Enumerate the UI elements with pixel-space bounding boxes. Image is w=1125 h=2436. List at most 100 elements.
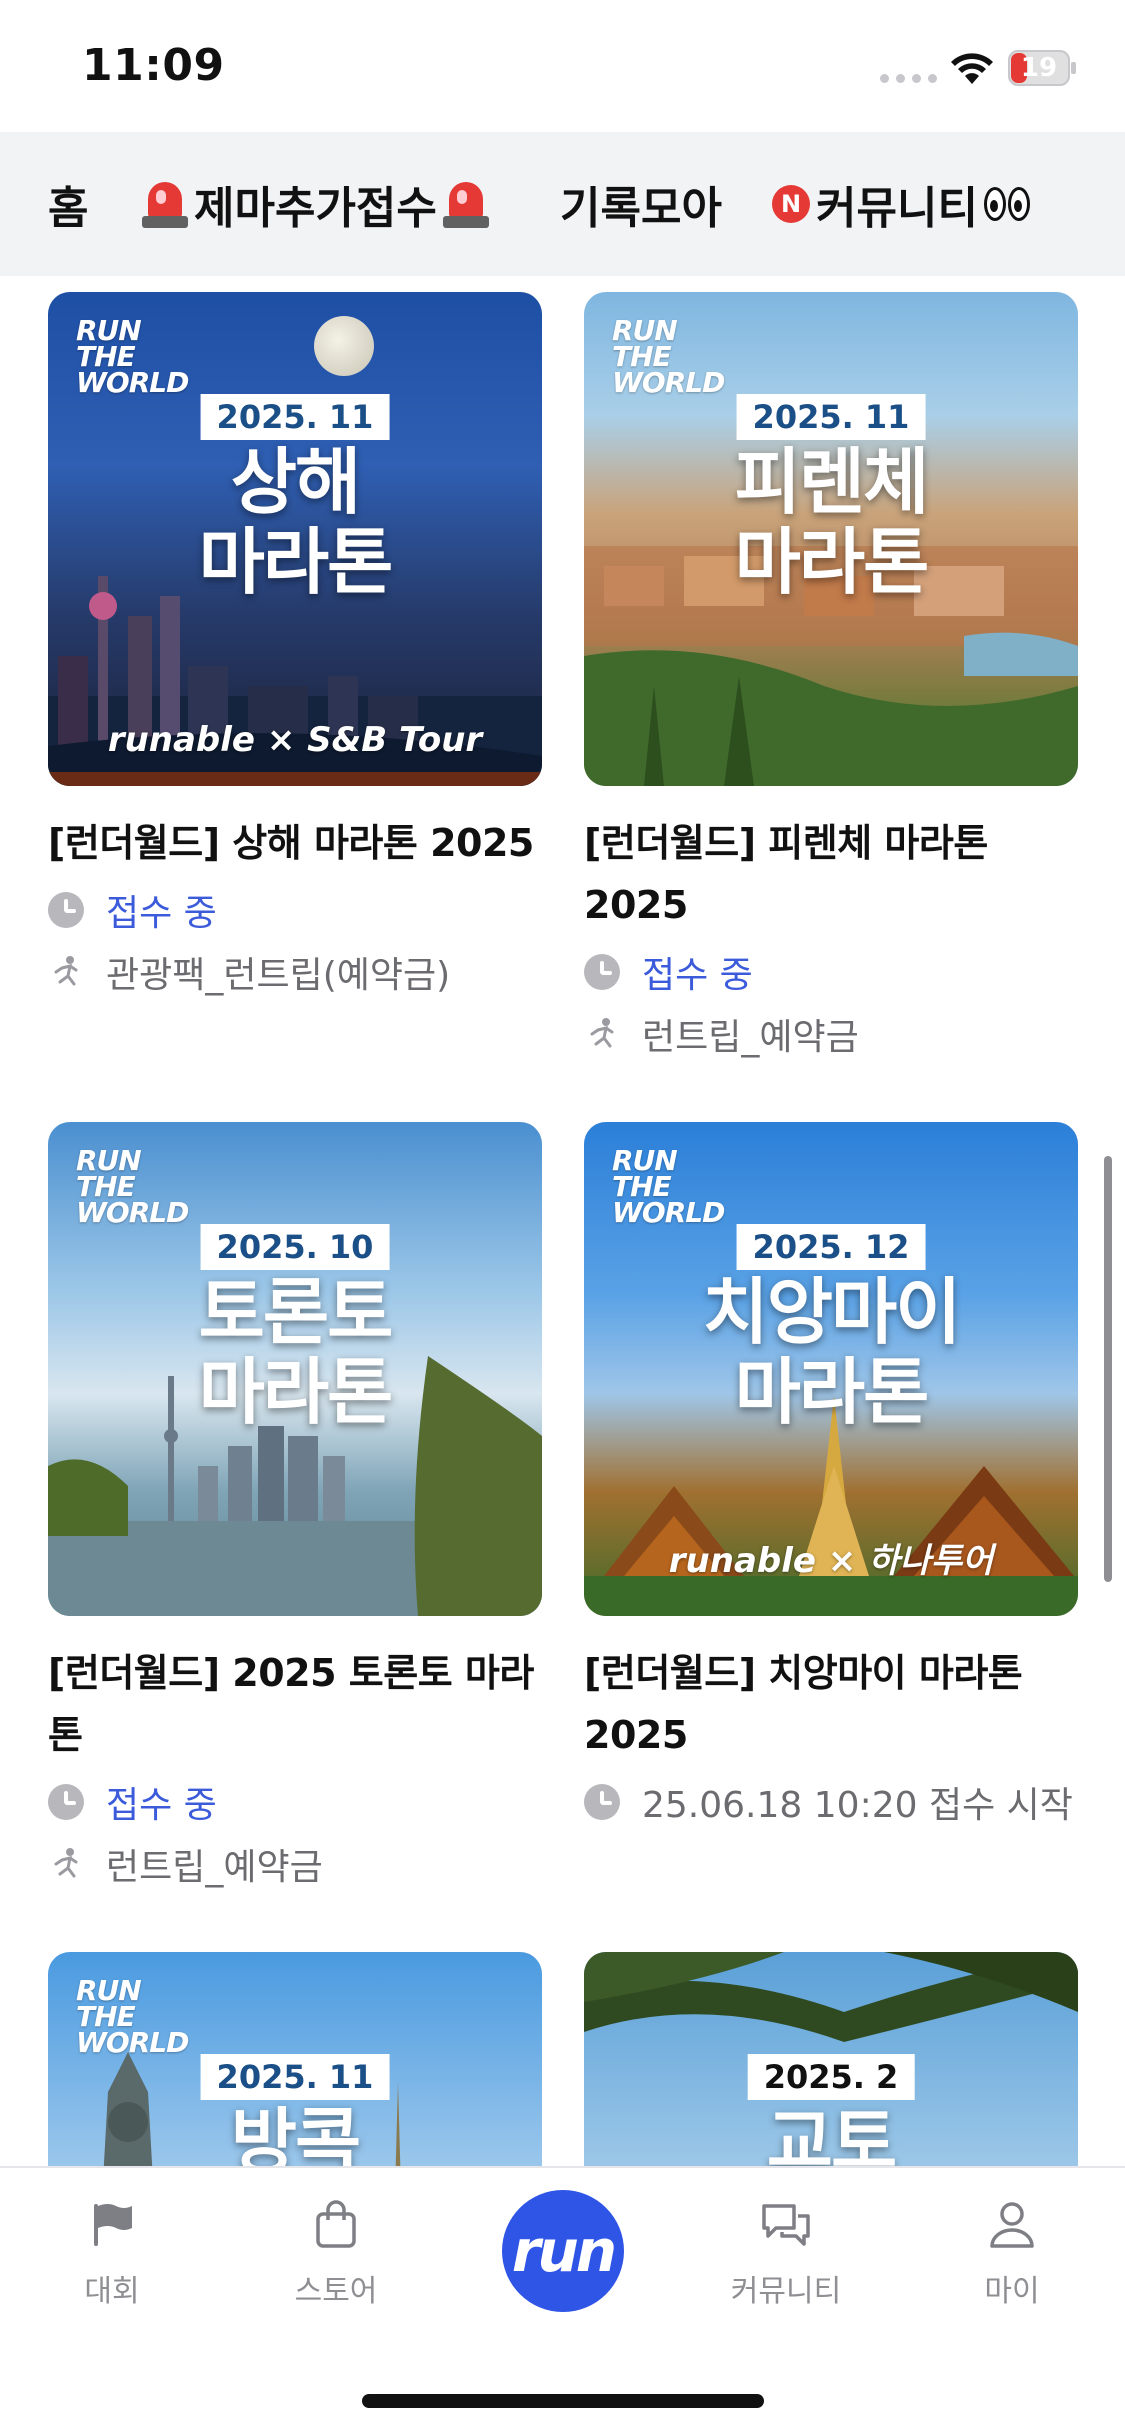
image-title-line-1: 토론토 <box>198 1270 394 1354</box>
date-tag: 2025. 10 <box>200 1224 390 1270</box>
runner-icon <box>54 956 78 986</box>
marathon-card[interactable]: RUN THE WORLD 2025. 11 피렌체 마라톤 [런더월드] 피렌… <box>584 292 1078 1060</box>
brand-logo: RUN THE WORLD <box>76 1144 189 1229</box>
card-image[interactable]: RUN THE WORLD 2025. 11 피렌체 마라톤 <box>584 292 1078 786</box>
card-image[interactable]: RUN THE WORLD 2025. 11 방콕 <box>48 1952 542 2166</box>
image-title-line-1: 상해 <box>230 440 361 524</box>
image-title: 토론토 마라톤 <box>48 1272 542 1432</box>
detail-text: 런트립_예약금 <box>106 1847 323 1888</box>
run-logo: run <box>511 2217 617 2285</box>
registration-status: 접수 중 <box>584 946 1078 998</box>
image-title: 피렌체 마라톤 <box>584 442 1078 602</box>
brand-logo: RUN THE WORLD <box>76 314 189 399</box>
card-title[interactable]: [런더월드] 상해 마라톤 2025 <box>48 812 542 874</box>
detail-text: 런트립_예약금 <box>642 1017 859 1058</box>
marathon-card[interactable]: RUN THE WORLD 2025. 10 토론토 마라톤 [런더월드] 20… <box>48 1122 542 1890</box>
nav-label: 스토어 <box>294 2274 378 2309</box>
eyes-icon <box>983 187 1030 221</box>
clock-icon <box>48 1784 84 1820</box>
runner-icon <box>54 1848 78 1878</box>
clock-icon <box>584 1784 620 1820</box>
nav-label: 마이 <box>984 2274 1040 2309</box>
image-title-line-1: 방콕 <box>230 2100 361 2166</box>
card-image[interactable]: RUN THE WORLD 2025. 10 토론토 마라톤 <box>48 1122 542 1616</box>
flag-icon <box>94 2204 132 2246</box>
home-indicator[interactable] <box>362 2394 764 2408</box>
image-title-line-1: 치앙마이 <box>702 1270 962 1354</box>
partner-logos: runable × 하나투어 <box>668 1541 994 1581</box>
marathon-card[interactable]: RUN THE WORLD 2025. 11 상해 마라톤 runable × … <box>48 292 542 998</box>
registration-status: 접수 중 <box>48 884 542 936</box>
tab-records[interactable]: 기록모아 <box>560 172 722 236</box>
date-tag: 2025. 12 <box>736 1224 926 1270</box>
shopping-bag-icon <box>316 2200 356 2248</box>
image-title-line-2: 마라톤 <box>198 520 394 604</box>
status-bar: 11:09 19 <box>0 0 1125 132</box>
nav-my[interactable]: 마이 <box>922 2196 1102 2310</box>
date-tag: 2025. 2 <box>747 2054 915 2100</box>
image-title-line-2: 마라톤 <box>734 1350 930 1434</box>
card-title[interactable]: [런더월드] 치앙마이 마라톤 2025 <box>584 1642 1078 1766</box>
image-title: 교토 <box>584 2102 1078 2166</box>
detail-text: 관광팩_런트립(예약금) <box>106 955 451 996</box>
card-image[interactable]: RUN THE WORLD 2025. 11 상해 마라톤 runable × … <box>48 292 542 786</box>
nav-store[interactable]: 스토어 <box>246 2196 426 2310</box>
battery-level: 19 <box>1020 53 1058 83</box>
nav-label: 대회 <box>84 2274 140 2309</box>
status-text: 25.06.18 10:20 접수 시작 <box>642 1785 1073 1826</box>
image-title: 상해 마라톤 <box>48 442 542 602</box>
image-title-line-1: 피렌체 <box>734 440 930 524</box>
date-tag: 2025. 11 <box>200 394 390 440</box>
image-title-line-1: 교토 <box>766 2100 897 2166</box>
runner-icon <box>590 1018 614 1048</box>
image-title: 치앙마이 마라톤 <box>584 1272 1078 1432</box>
registration-status: 25.06.18 10:20 접수 시작 <box>584 1776 1078 1828</box>
status-time: 11:09 <box>82 40 225 91</box>
image-title: 방콕 <box>48 2102 542 2166</box>
image-title-line-2: 마라톤 <box>198 1350 394 1434</box>
partner-logos: runable × S&B Tour <box>107 720 483 760</box>
card-image[interactable]: 2025. 2 교토 <box>584 1952 1078 2166</box>
category-tab-bar: 홈 제마추가접수 기록모아 N 커뮤니티 <box>0 132 1125 276</box>
tab-label: 커뮤니티 <box>816 183 978 234</box>
marathon-card[interactable]: RUN THE WORLD 2025. 11 방콕 <box>48 1952 542 2166</box>
tab-label: 기록모아 <box>560 183 722 234</box>
run-center-button[interactable]: run <box>502 2190 624 2312</box>
marathon-card[interactable]: 2025. 2 교토 <box>584 1952 1078 2166</box>
date-tag: 2025. 11 <box>200 2054 390 2100</box>
registration-status: 접수 중 <box>48 1776 542 1828</box>
trip-info: 런트립_예약금 <box>48 1838 542 1890</box>
tab-additional-registration[interactable]: 제마추가접수 <box>142 172 489 236</box>
card-title[interactable]: [런더월드] 피렌체 마라톤 2025 <box>584 812 1078 936</box>
profile-icon <box>990 2202 1034 2248</box>
brand-logo: RUN THE WORLD <box>612 1144 725 1229</box>
nav-competitions[interactable]: 대회 <box>22 2196 202 2310</box>
battery-icon: 19 <box>1008 50 1078 86</box>
cellular-signal-icon <box>880 74 937 83</box>
marathon-card[interactable]: RUN THE WORLD 2025. 12 치앙마이 마라톤 runable … <box>584 1122 1078 1828</box>
status-text: 접수 중 <box>106 1785 217 1826</box>
brand-logo: RUN THE WORLD <box>612 314 725 399</box>
moon-icon <box>314 316 374 376</box>
tab-community[interactable]: N 커뮤니티 <box>772 172 1030 236</box>
trip-info: 관광팩_런트립(예약금) <box>48 946 542 998</box>
status-text: 접수 중 <box>106 893 217 934</box>
nav-community[interactable]: 커뮤니티 <box>696 2196 876 2310</box>
marathon-list: RUN THE WORLD 2025. 11 상해 마라톤 runable × … <box>0 276 1125 2166</box>
scrollbar[interactable] <box>1104 1156 1112 1582</box>
nav-label: 커뮤니티 <box>730 2274 842 2309</box>
tab-label: 홈 <box>48 183 89 234</box>
new-badge-icon: N <box>772 185 810 223</box>
image-title-line-2: 마라톤 <box>734 520 930 604</box>
clock-icon <box>48 892 84 928</box>
trip-info: 런트립_예약금 <box>584 1008 1078 1060</box>
clock-icon <box>584 954 620 990</box>
date-tag: 2025. 11 <box>736 394 926 440</box>
card-image[interactable]: RUN THE WORLD 2025. 12 치앙마이 마라톤 runable … <box>584 1122 1078 1616</box>
chat-bubbles-icon <box>762 2204 810 2246</box>
tab-home[interactable]: 홈 <box>48 172 88 236</box>
card-title[interactable]: [런더월드] 2025 토론토 마라톤 <box>48 1642 542 1766</box>
wifi-icon <box>951 53 993 84</box>
siren-icon <box>142 178 188 230</box>
siren-icon <box>442 178 489 230</box>
